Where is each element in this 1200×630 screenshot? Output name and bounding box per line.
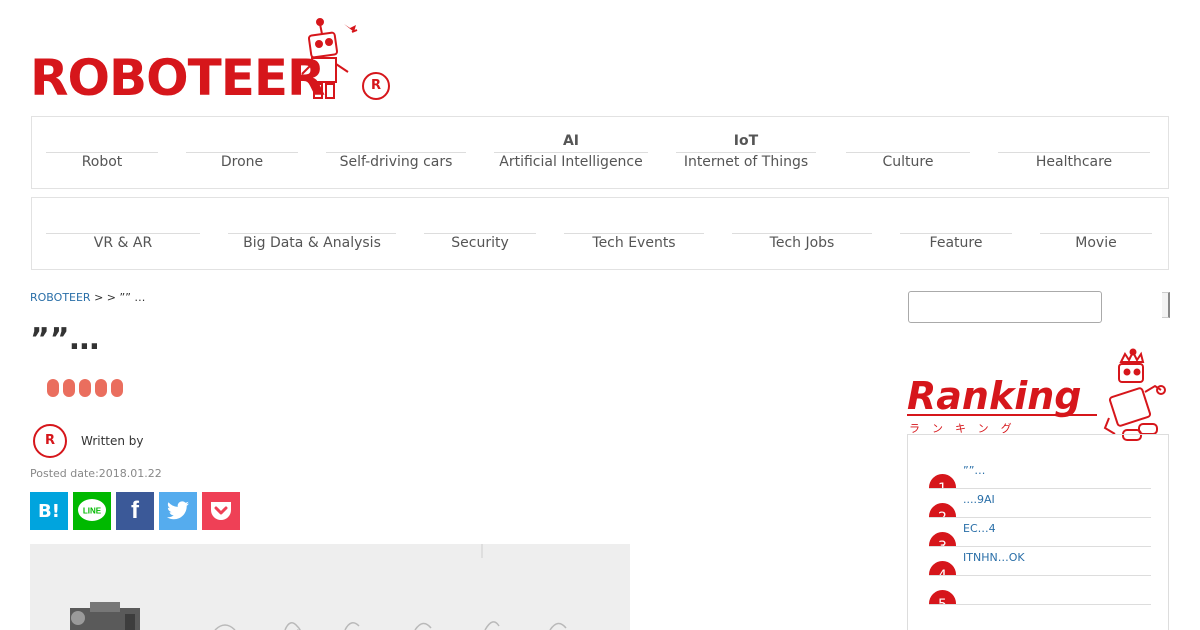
ranking-item-title[interactable]: ....9AI [963,493,995,506]
facebook-icon: f [131,497,139,524]
ranking-item[interactable]: 2 ....9AI [929,488,1151,518]
hero-photo [30,544,630,630]
nav-sublabel: IoT [733,133,759,149]
rank-badge: 5 [929,590,956,604]
article-hero-image [30,544,630,630]
primary-nav: Robot Drone Self-driving cars AI Artific… [31,116,1169,189]
nav-item-movie[interactable]: Movie [1040,198,1152,269]
nav-label: Robot [81,154,123,170]
pocket-share-button[interactable] [202,492,240,530]
nav-label: Culture [882,154,934,170]
share-buttons: B! LINE f [30,492,240,530]
nav-item-iot[interactable]: IoT Internet of Things [676,117,816,188]
search-input[interactable] [908,291,1102,323]
tag-pill[interactable] [95,379,107,397]
tag-pill[interactable] [79,379,91,397]
tag-pill[interactable] [63,379,75,397]
breadcrumb: ROBOTEER > > ”” … [30,291,145,304]
rank-badge: 4 [929,561,956,575]
ranking-header: Ranking ランキング [907,348,1169,444]
ranking-list: 1 ””… 2 ....9AI 3 EC…4 4 ITNHN…OK 5 [907,434,1169,630]
tag-pill[interactable] [111,379,123,397]
nav-label: VR & AR [93,235,153,251]
author-block: R Written by [33,424,144,458]
nav-label: Artificial Intelligence [499,154,643,170]
nav-item-feature[interactable]: Feature [900,198,1012,269]
breadcrumb-separator: > [94,291,104,304]
hatena-share-button[interactable]: B! [30,492,68,530]
logo-badge: R [362,72,390,100]
logo-wordmark: ROBOTEER [30,49,326,107]
facebook-share-button[interactable]: f [116,492,154,530]
line-share-button[interactable]: LINE [73,492,111,530]
breadcrumb-home-link[interactable]: ROBOTEER [30,291,91,304]
nav-label: Tech Jobs [769,235,835,251]
hatena-label: B! [38,500,60,522]
ranking-title: Ranking [907,374,1082,418]
nav-label: Movie [1075,235,1117,251]
ranking-item-title[interactable]: ITNHN…OK [963,551,1025,564]
nav-item-security[interactable]: Security [424,198,536,269]
tag-pill[interactable] [47,379,59,397]
ranking-item-title[interactable]: ””… [963,464,985,477]
robot-mascot-icon [1103,348,1166,441]
nav-label: Healthcare [1035,154,1113,170]
site-logo[interactable]: ROBOTEER R [30,18,400,104]
rank-badge: 2 [929,503,956,517]
nav-label: Internet of Things [683,154,809,170]
avatar[interactable]: R [33,424,67,458]
ranking-item[interactable]: 4 ITNHN…OK [929,546,1151,576]
ranking-item[interactable]: 1 ””… [929,459,1151,489]
ranking-item-title[interactable]: EC…4 [963,522,996,535]
nav-label: Self-driving cars [339,154,453,170]
nav-item-big-data[interactable]: Big Data & Analysis [228,198,396,269]
pocket-icon [211,502,231,520]
nav-sublabel: AI [562,133,580,149]
secondary-nav: VR & AR Big Data & Analysis Security Tec… [31,197,1169,270]
nav-item-vr-ar[interactable]: VR & AR [46,198,200,269]
nav-item-culture[interactable]: Culture [846,117,970,188]
breadcrumb-current: ”” … [119,291,146,304]
nav-label: Security [451,235,509,251]
search-button[interactable] [1162,292,1170,318]
nav-item-tech-events[interactable]: Tech Events [564,198,704,269]
rank-badge: 1 [929,474,956,488]
rank-badge: 3 [929,532,956,546]
page-title: ””… [30,322,100,357]
robot-mascot-icon [301,18,358,99]
nav-label: Feature [929,235,983,251]
nav-item-tech-jobs[interactable]: Tech Jobs [732,198,872,269]
nav-label: Drone [220,154,264,170]
ranking-underline [907,414,1097,416]
breadcrumb-separator: > [106,291,117,304]
line-label: LINE [83,507,102,516]
ranking-item[interactable]: 3 EC…4 [929,517,1151,547]
posted-date: Posted date:2018.01.22 [30,467,162,480]
tag-pills [47,379,123,397]
nav-item-drone[interactable]: Drone [186,117,298,188]
nav-item-ai[interactable]: AI Artificial Intelligence [494,117,648,188]
twitter-bird-icon [167,501,189,520]
nav-label: Big Data & Analysis [243,235,381,251]
twitter-share-button[interactable] [159,492,197,530]
nav-label: Tech Events [592,235,676,251]
nav-item-self-driving-cars[interactable]: Self-driving cars [326,117,466,188]
nav-item-healthcare[interactable]: Healthcare [998,117,1150,188]
line-icon: LINE [78,499,106,521]
ranking-item[interactable]: 5 [929,575,1151,605]
nav-item-robot[interactable]: Robot [46,117,158,188]
written-by-label: Written by [81,434,144,448]
